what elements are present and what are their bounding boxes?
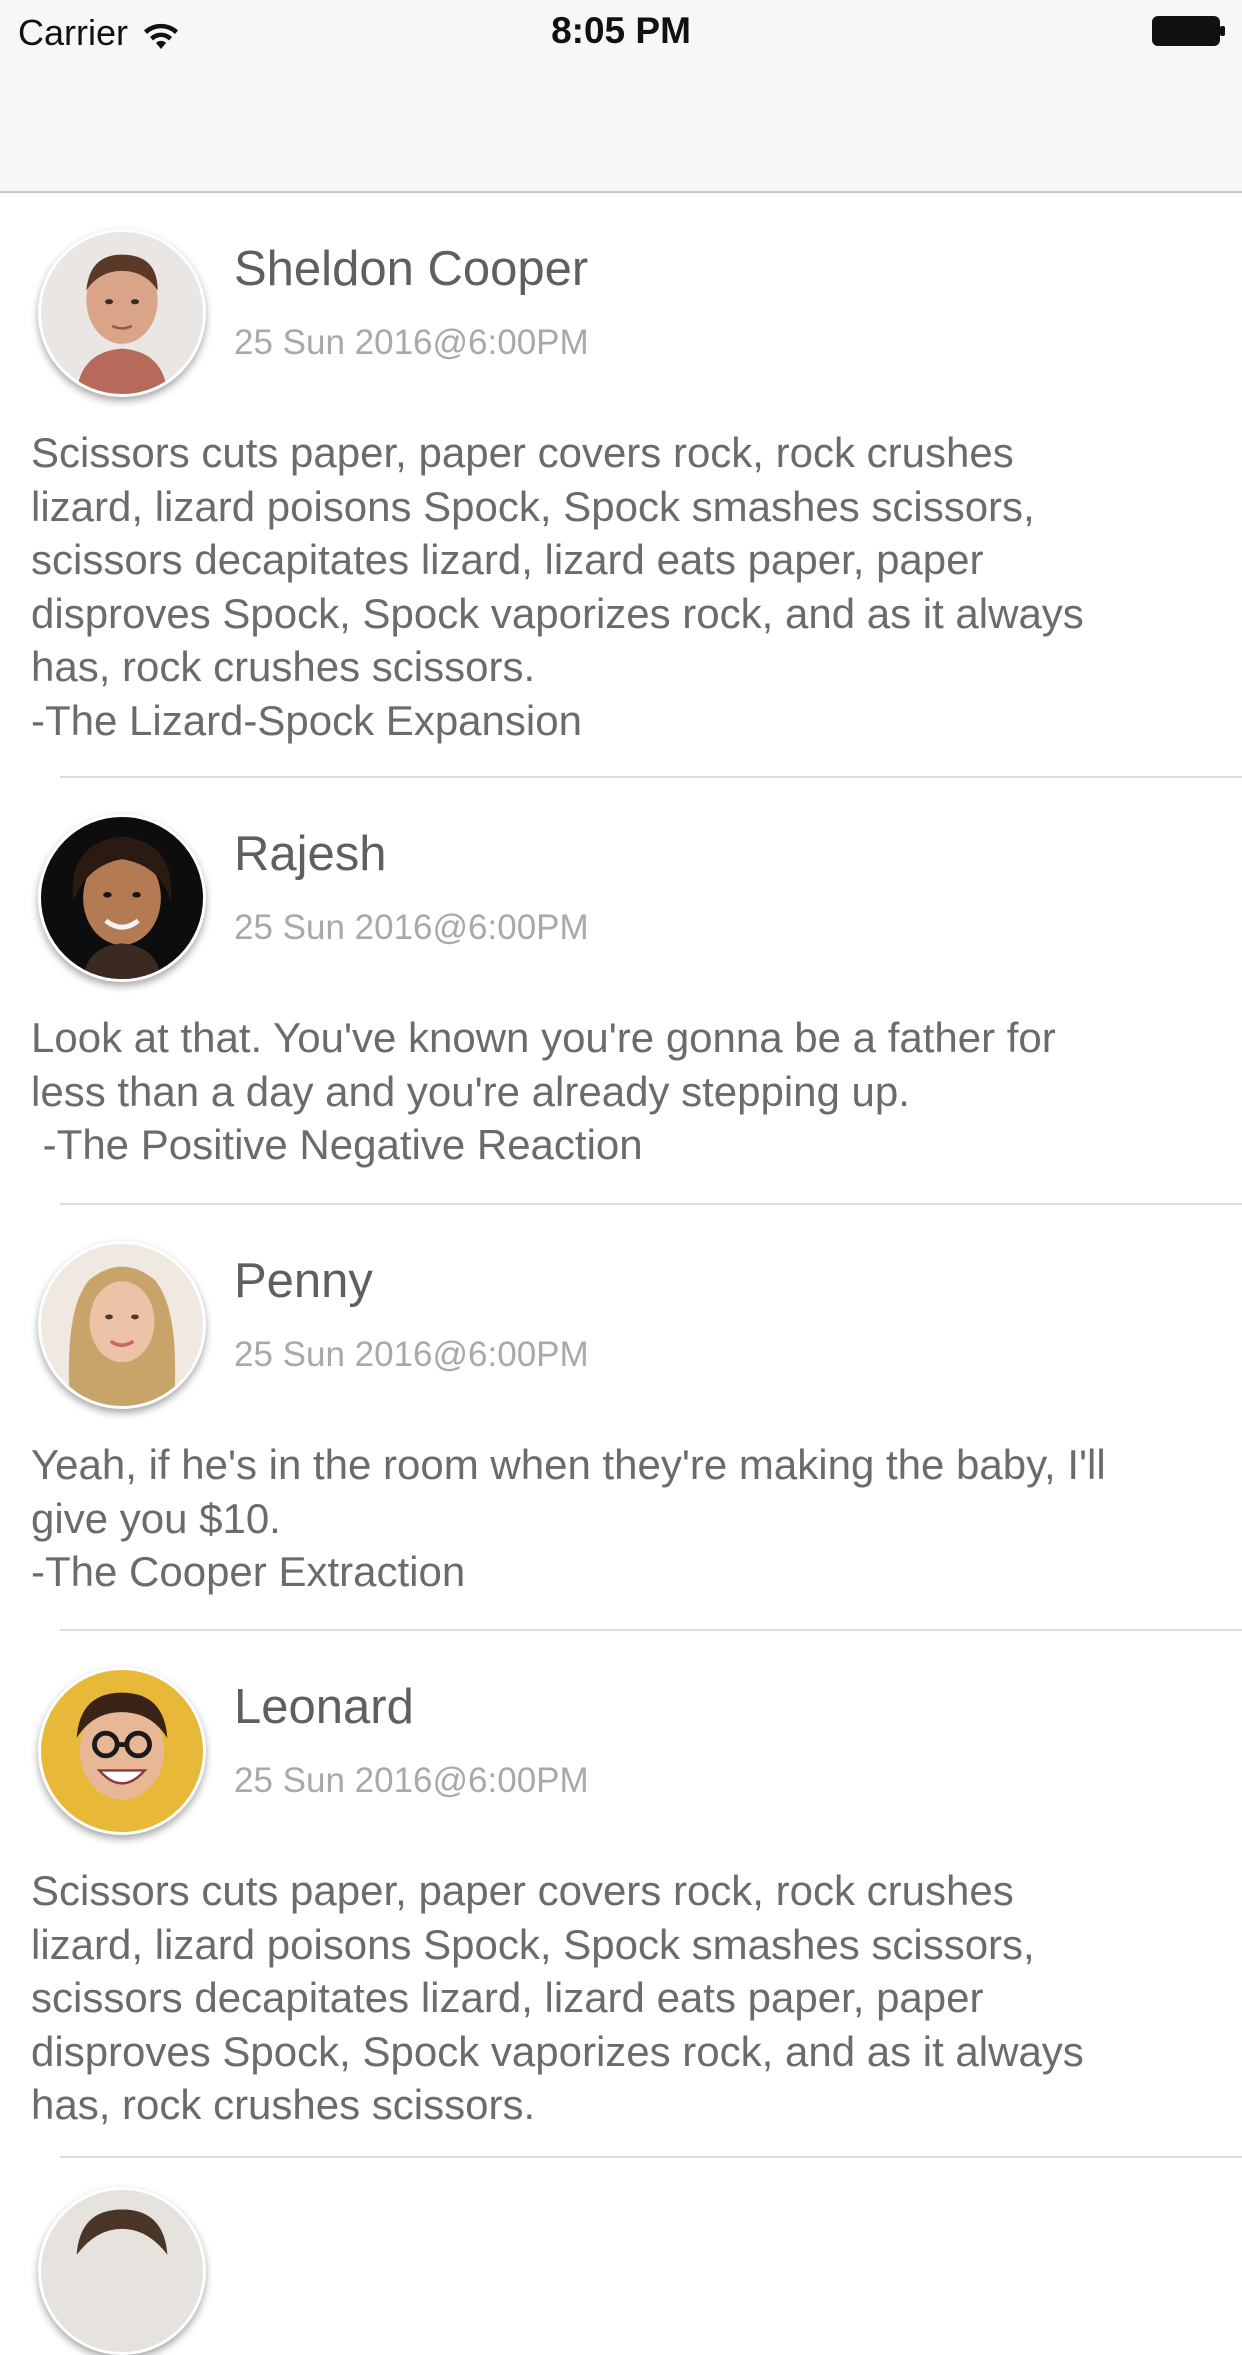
cell-separator: [60, 2156, 1242, 2158]
post-author-name: Penny: [234, 1254, 373, 1308]
navigation-bar: Carrier 8:05 PM: [0, 0, 1242, 193]
post-quote: Scissors cuts paper, paper covers rock, …: [31, 429, 1084, 744]
post-date: 25 Sun 2016@6:00PM: [234, 1335, 589, 1374]
post-date: 25 Sun 2016@6:00PM: [234, 908, 589, 947]
post-quote: Look at that. You've known you're gonna …: [31, 1014, 1056, 1168]
post-quote: Yeah, if he's in the room when they're m…: [31, 1441, 1106, 1595]
person-avatar-icon[interactable]: [38, 1241, 206, 1409]
feed-cell[interactable]: Leonard 25 Sun 2016@6:00PM Scissors cuts…: [0, 1631, 1242, 2162]
post-quote: Scissors cuts paper, paper covers rock, …: [31, 1867, 1084, 2128]
status-time: 8:05 PM: [551, 10, 691, 51]
person-avatar-icon[interactable]: [38, 2187, 206, 2355]
feed-cell[interactable]: Penny 25 Sun 2016@6:00PM Yeah, if he's i…: [0, 1205, 1242, 1629]
battery-icon: [1152, 16, 1226, 46]
person-avatar-icon[interactable]: [38, 814, 206, 982]
post-date: 25 Sun 2016@6:00PM: [234, 1761, 589, 1800]
person-avatar-icon[interactable]: [38, 1667, 206, 1835]
feed-cell[interactable]: Sheldon Cooper 25 Sun 2016@6:00PM Scisso…: [0, 193, 1242, 776]
feed-cell[interactable]: Rajesh 25 Sun 2016@6:00PM Look at that. …: [0, 778, 1242, 1203]
post-author-name: Sheldon Cooper: [234, 242, 589, 296]
person-avatar-icon[interactable]: [38, 229, 206, 397]
post-date: 25 Sun 2016@6:00PM: [234, 323, 589, 362]
post-author-name: Leonard: [234, 1680, 414, 1734]
post-author-name: Rajesh: [234, 827, 387, 881]
